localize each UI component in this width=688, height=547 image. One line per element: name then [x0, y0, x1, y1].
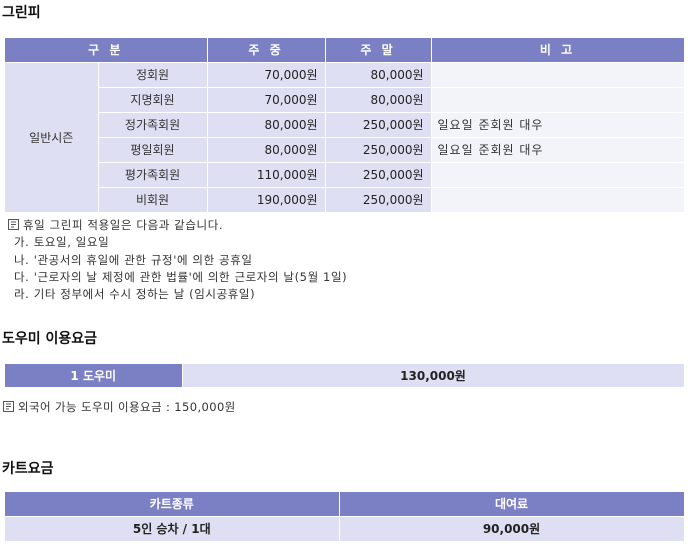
- weekend-fee: 250,000원: [325, 187, 432, 213]
- cart-header-row: 카트종류 대여료: [5, 492, 685, 517]
- weekend-fee: 80,000원: [325, 87, 432, 113]
- caddie-title: 도우미 이용요금: [2, 331, 98, 347]
- season-group-label: 일반시즌: [5, 62, 99, 213]
- table-row: 평가족회원 110,000원 250,000원: [5, 162, 685, 188]
- note-item: 라. 기타 정부에서 수시 정하는 날 (임시공휴일): [14, 287, 256, 302]
- member-type: 평가족회원: [98, 162, 208, 188]
- table-row: 일반시즌 정회원 70,000원 80,000원: [5, 62, 685, 213]
- cart-title: 카트요금: [2, 461, 54, 477]
- weekend-fee: 80,000원: [325, 62, 432, 88]
- table-row: 지명회원 70,000원 80,000원: [5, 87, 685, 113]
- caddie-fee: 130,000원: [182, 364, 685, 388]
- greenfee-header-row: 구 분 주 중 주 말 비 고: [5, 38, 685, 63]
- greenfee-table: 구 분 주 중 주 말 비 고 일반시즌 정회원 70,000원 80,000원…: [5, 38, 685, 213]
- note-item: 다. '근로자의 날 제정에 관한 법률'에 의한 근로자의 날(5월 1일): [14, 269, 348, 284]
- weekday-fee: 70,000원: [207, 87, 326, 113]
- header-weekday: 주 중: [207, 38, 326, 63]
- header-weekend: 주 말: [325, 38, 432, 63]
- member-type: 지명회원: [98, 87, 208, 113]
- cart-fee: 90,000원: [339, 516, 685, 542]
- note-item: 가. 토요일, 일요일: [14, 235, 110, 250]
- caddie-note-line: 외국어 가능 도우미 이용요금 : 150,000원: [3, 399, 236, 415]
- weekday-fee: 70,000원: [207, 62, 326, 88]
- member-type: 정회원: [98, 62, 208, 88]
- member-type: 평일회원: [98, 137, 208, 163]
- remark: 일요일 준회원 대우: [431, 112, 685, 138]
- weekend-fee: 250,000원: [325, 162, 432, 188]
- table-row: 1 도우미 130,000원: [5, 364, 685, 388]
- header-rental-fee: 대여료: [339, 492, 685, 517]
- cart-table: 카트종류 대여료 5인 승차 / 1대 90,000원: [5, 492, 685, 542]
- member-type: 정가족회원: [98, 112, 208, 138]
- header-category: 구 분: [5, 38, 208, 63]
- header-remarks: 비 고: [431, 38, 685, 63]
- caddie-label: 1 도우미: [5, 364, 183, 388]
- notes-intro: 휴일 그린피 적용일은 다음과 같습니다.: [23, 218, 224, 232]
- greenfee-title: 그린피: [2, 5, 41, 21]
- weekend-fee: 250,000원: [325, 137, 432, 163]
- caddie-table: 1 도우미 130,000원: [5, 364, 685, 388]
- table-row: 비회원 190,000원 250,000원: [5, 187, 685, 213]
- member-type: 비회원: [98, 187, 208, 213]
- weekday-fee: 80,000원: [207, 112, 326, 138]
- table-row: 평일회원 80,000원 250,000원 일요일 준회원 대우: [5, 137, 685, 163]
- header-cart-type: 카트종류: [5, 492, 340, 517]
- memo-pointer-icon: [8, 219, 19, 230]
- notes-intro-line: 휴일 그린피 적용일은 다음과 같습니다.: [8, 217, 347, 234]
- memo-pointer-icon: [3, 401, 14, 412]
- remark: [431, 187, 685, 213]
- remark: 일요일 준회원 대우: [431, 137, 685, 163]
- table-row: 정가족회원 80,000원 250,000원 일요일 준회원 대우: [5, 112, 685, 138]
- remark: [431, 87, 685, 113]
- holiday-notes: 휴일 그린피 적용일은 다음과 같습니다. 가. 토요일, 일요일 나. '관공…: [8, 217, 347, 303]
- weekday-fee: 80,000원: [207, 137, 326, 163]
- caddie-note: 외국어 가능 도우미 이용요금 : 150,000원: [18, 400, 236, 414]
- cart-type: 5인 승차 / 1대: [5, 516, 340, 542]
- weekend-fee: 250,000원: [325, 112, 432, 138]
- weekday-fee: 190,000원: [207, 187, 326, 213]
- weekday-fee: 110,000원: [207, 162, 326, 188]
- remark: [431, 162, 685, 188]
- note-item: 나. '관공서의 휴일에 관한 규정'에 의한 공휴일: [14, 252, 253, 267]
- table-row: 5인 승차 / 1대 90,000원: [5, 516, 685, 542]
- remark: [431, 62, 685, 88]
